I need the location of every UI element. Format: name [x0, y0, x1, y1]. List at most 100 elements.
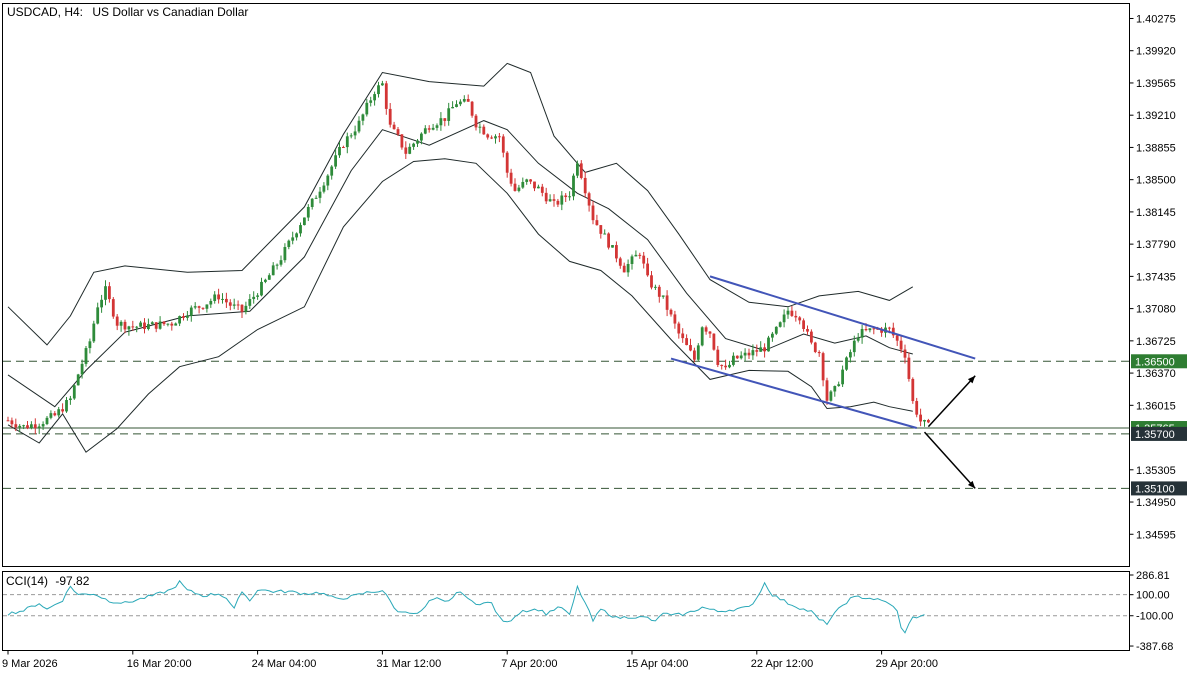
candle-body: [423, 128, 427, 134]
candle-body: [459, 101, 462, 105]
candle-body: [817, 351, 821, 354]
candle-body: [416, 140, 419, 144]
candle-body: [474, 115, 478, 128]
candle-body: [732, 355, 735, 365]
cci-axis: 286.81 100.00 -100.00 -387.68: [1129, 570, 1173, 653]
candle-body: [810, 331, 813, 343]
candle-body: [919, 414, 922, 422]
candle-body: [349, 135, 353, 137]
price-tick-label: 1.36015: [1136, 400, 1176, 412]
candle-body: [6, 420, 10, 422]
candle-body: [10, 420, 14, 425]
price-tick-label: 1.37080: [1136, 304, 1176, 316]
candle-body: [84, 348, 88, 364]
candle-body: [150, 322, 154, 325]
candle-body: [264, 279, 267, 282]
candle-body: [591, 205, 595, 221]
candle-body: [209, 300, 213, 305]
candle-body: [314, 197, 318, 199]
candle-body: [299, 225, 302, 234]
candle-body: [533, 181, 536, 189]
cci-tick-label: 286.81: [1136, 570, 1170, 582]
candle-body: [96, 307, 100, 324]
candle-body: [579, 163, 583, 178]
time-tick-label: 15 Apr 04:00: [626, 658, 688, 670]
candle-body: [41, 424, 45, 427]
candle-body: [615, 245, 618, 259]
candle-body: [310, 198, 314, 207]
price-tag-label: 1.35700: [1135, 429, 1175, 441]
candle-body: [595, 220, 599, 226]
candle-body: [123, 321, 127, 330]
candle-body: [225, 298, 228, 303]
chart-header: USDCAD, H4: US Dollar vs Canadian Dollar: [7, 5, 248, 19]
candle-body: [22, 425, 25, 427]
candle-body: [552, 199, 556, 201]
time-tick-label: 22 Apr 12:00: [751, 658, 813, 670]
candle-body: [603, 233, 607, 235]
candle-body: [369, 100, 373, 103]
candle-body: [283, 247, 287, 261]
candle-body: [221, 298, 224, 300]
price-tag-label: 1.35100: [1135, 483, 1175, 495]
projection-arrow-line: [927, 375, 976, 428]
candle-body: [747, 352, 751, 356]
candle-body: [53, 413, 57, 416]
chart-description: US Dollar vs Canadian Dollar: [92, 5, 248, 19]
candle-body: [868, 328, 872, 331]
candle-body: [443, 118, 447, 121]
candle-body: [646, 263, 649, 276]
candle-body: [447, 108, 451, 121]
candle-body: [813, 342, 817, 352]
candle-body: [166, 323, 170, 325]
candle-body: [771, 333, 774, 338]
candle-body: [57, 409, 61, 416]
candle-body: [26, 425, 29, 429]
candle-body: [373, 94, 376, 101]
candle-body: [739, 355, 743, 359]
candle-body: [470, 101, 474, 116]
candle-body: [728, 364, 731, 368]
candle-body: [49, 413, 53, 418]
candle-body: [798, 317, 802, 321]
price-tick-label: 1.38145: [1136, 207, 1176, 219]
candle-body: [256, 295, 259, 297]
candle-body: [685, 338, 688, 346]
candle-body: [778, 322, 782, 327]
cci-tick-label: 100.00: [1136, 590, 1170, 602]
candle-body: [572, 175, 575, 197]
candle-body: [127, 326, 131, 330]
candle-body: [587, 193, 591, 206]
candle-body: [677, 323, 681, 334]
candle-body: [361, 114, 365, 121]
candle-body: [451, 106, 454, 109]
price-tick-label: 1.39210: [1136, 110, 1176, 122]
candle-body: [408, 146, 412, 154]
price-tick-label: 1.34950: [1136, 497, 1176, 509]
candle-body: [860, 328, 864, 338]
candle-body: [837, 384, 841, 387]
price-tick-label: 1.38855: [1136, 142, 1176, 154]
time-tick-label: 31 Mar 12:00: [376, 658, 441, 670]
candle-body: [139, 322, 142, 327]
candle-body: [626, 263, 630, 273]
candle-body: [618, 258, 622, 266]
candle-body: [37, 426, 41, 429]
candle-body: [318, 191, 322, 198]
candle-body: [205, 304, 209, 309]
candle-body: [88, 341, 92, 349]
candle-body: [217, 294, 220, 300]
candle-body: [260, 281, 263, 296]
price-tick-label: 1.36370: [1136, 368, 1176, 380]
candle-body: [517, 187, 521, 191]
candle-body: [693, 350, 696, 360]
candle-body: [30, 424, 33, 429]
candle-body: [786, 310, 790, 315]
price-chart[interactable]: 1.40275 1.39920 1.39565 1.39210 1.38855 1.385…: [0, 0, 1200, 675]
candle-body: [669, 309, 673, 315]
candle-body: [435, 125, 439, 128]
candle-body: [841, 369, 844, 385]
candle-body: [404, 147, 408, 154]
candle-body: [576, 163, 579, 176]
candle-body: [927, 420, 930, 423]
